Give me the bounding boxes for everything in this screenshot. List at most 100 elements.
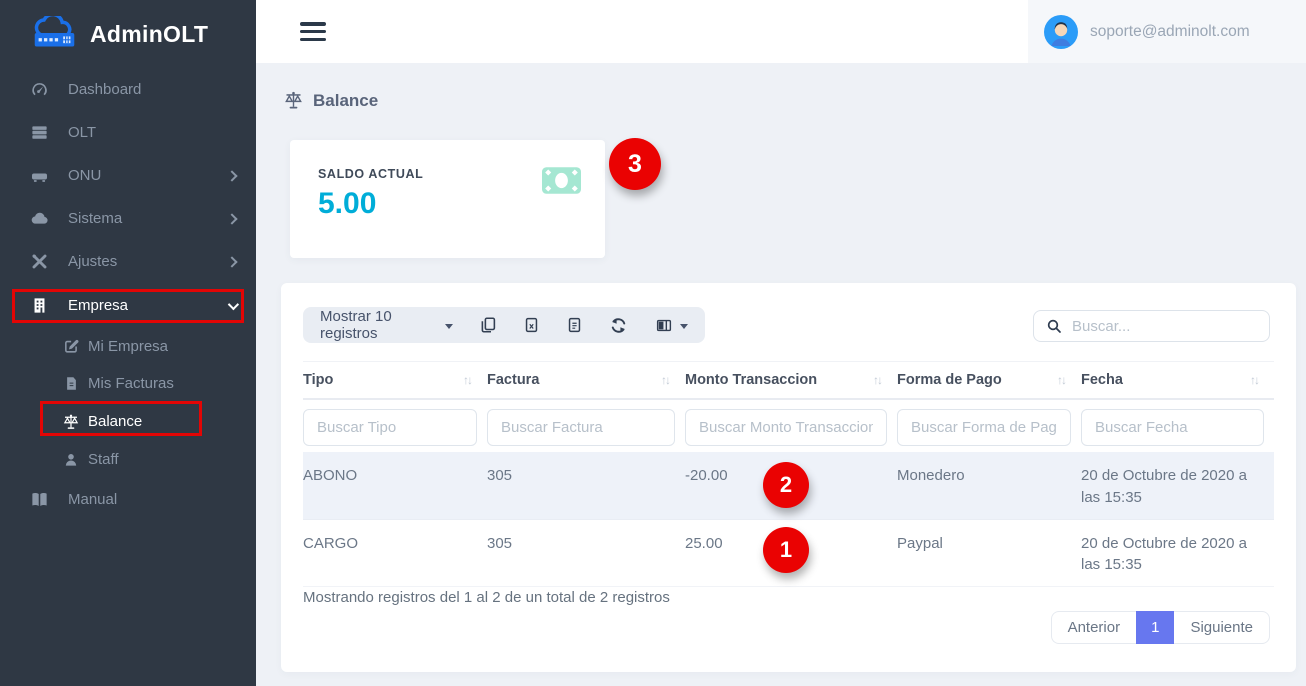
filter-forma-pago-input[interactable] <box>897 409 1071 446</box>
cell-tipo: CARGO <box>303 520 487 565</box>
filter-monto-input[interactable] <box>685 409 887 446</box>
sidebar-item-olt[interactable]: OLT <box>0 111 256 154</box>
column-header-monto[interactable]: Monto Transaccion↑↓ <box>685 372 897 388</box>
balance-icon <box>62 413 80 431</box>
sidebar-item-label: Mis Facturas <box>88 375 174 392</box>
pagination-prev-button[interactable]: Anterior <box>1051 611 1137 644</box>
pagination-page-1[interactable]: 1 <box>1136 611 1174 644</box>
hamburger-icon <box>300 22 326 26</box>
sidebar-item-balance[interactable]: Balance <box>0 402 256 441</box>
copy-button[interactable] <box>479 316 497 334</box>
sidebar-item-staff[interactable]: Staff <box>0 441 256 478</box>
device-icon <box>28 166 50 185</box>
table-search <box>1033 310 1270 342</box>
tools-icon <box>28 252 50 271</box>
sidebar-toggle-button[interactable] <box>300 22 326 41</box>
cell-fecha: 20 de Octubre de 2020 a las 15:35 <box>1081 452 1274 519</box>
sidebar-item-label: Sistema <box>68 210 122 227</box>
sort-icon: ↑↓ <box>661 373 669 387</box>
cell-factura: 305 <box>487 520 685 565</box>
pagination-next-button[interactable]: Siguiente <box>1174 611 1270 644</box>
sidebar-item-label: Dashboard <box>68 81 141 98</box>
table-toolbar: Mostrar 10 registros <box>303 307 705 343</box>
table-row: ABONO 305 -20.00 2 Monedero 20 de Octubr… <box>303 452 1274 520</box>
cell-monto: 25.00 1 <box>685 520 897 580</box>
sort-icon: ↑↓ <box>873 373 881 387</box>
excel-export-button[interactable] <box>523 316 540 334</box>
column-header-fecha[interactable]: Fecha↑↓ <box>1081 372 1274 388</box>
sidebar-item-label: Manual <box>68 491 117 508</box>
book-icon <box>28 490 50 509</box>
sidebar-item-onu[interactable]: ONU <box>0 154 256 197</box>
column-header-factura[interactable]: Factura↑↓ <box>487 372 685 388</box>
sidebar-item-mis-facturas[interactable]: Mis Facturas <box>0 365 256 402</box>
chevron-right-icon <box>226 213 237 224</box>
cell-factura: 305 <box>487 452 685 497</box>
annotation-badge-2: 2 <box>763 462 809 508</box>
dashboard-icon <box>28 80 50 99</box>
avatar <box>1044 15 1078 49</box>
sidebar-item-label: Staff <box>88 451 119 468</box>
sidebar-item-manual[interactable]: Manual <box>0 478 256 521</box>
column-header-tipo[interactable]: Tipo↑↓ <box>303 372 487 388</box>
sidebar-item-mi-empresa[interactable]: Mi Empresa <box>0 328 256 365</box>
sort-icon: ↑↓ <box>463 373 471 387</box>
chevron-right-icon <box>226 170 237 181</box>
empresa-submenu: Mi Empresa Mis Facturas Balance Staff <box>0 328 256 478</box>
sidebar-item-ajustes[interactable]: Ajustes <box>0 240 256 283</box>
cell-fecha: 20 de Octubre de 2020 a las 15:35 <box>1081 520 1274 587</box>
money-bill-icon <box>542 167 581 194</box>
edit-icon <box>62 338 80 355</box>
annotation-badge-1: 1 <box>763 527 809 573</box>
column-header-forma-pago[interactable]: Forma de Pago↑↓ <box>897 372 1081 388</box>
file-export-button[interactable] <box>566 316 583 334</box>
refresh-button[interactable] <box>609 316 628 335</box>
saldo-card: SALDO ACTUAL 5.00 3 <box>290 140 605 258</box>
pagination: Anterior 1 Siguiente <box>1051 611 1270 644</box>
sidebar-item-label: Mi Empresa <box>88 338 168 355</box>
adminolt-logo-icon <box>28 16 82 52</box>
table-body: ABONO 305 -20.00 2 Monedero 20 de Octubr… <box>303 452 1274 587</box>
user-menu[interactable]: soporte@adminolt.com <box>1028 0 1306 63</box>
brand[interactable]: AdminOLT <box>0 0 256 64</box>
chevron-right-icon <box>226 256 237 267</box>
table-info: Mostrando registros del 1 al 2 de un tot… <box>303 589 670 606</box>
user-email: soporte@adminolt.com <box>1090 23 1250 41</box>
page-title: Balance <box>283 90 378 111</box>
search-input[interactable] <box>1072 318 1271 335</box>
saldo-label: SALDO ACTUAL <box>318 167 423 181</box>
invoice-icon <box>62 375 80 392</box>
cell-forma-pago: Paypal <box>897 520 1081 565</box>
chevron-down-icon <box>228 298 239 309</box>
filter-tipo-input[interactable] <box>303 409 477 446</box>
column-visibility-button[interactable] <box>654 317 688 334</box>
cell-tipo: ABONO <box>303 452 487 497</box>
sidebar-item-label: Empresa <box>68 297 128 314</box>
brand-title: AdminOLT <box>90 21 208 48</box>
balance-scale-icon <box>283 90 304 111</box>
sidebar-item-sistema[interactable]: Sistema <box>0 197 256 240</box>
sidebar-item-label: OLT <box>68 124 96 141</box>
sidebar-item-empresa[interactable]: Empresa <box>0 283 256 328</box>
cloud-icon <box>28 209 50 228</box>
caret-down-icon <box>445 324 453 329</box>
cell-monto: -20.00 2 <box>685 452 897 512</box>
filter-factura-input[interactable] <box>487 409 675 446</box>
sidebar-item-label: Balance <box>88 413 142 430</box>
table-filter-row <box>303 402 1274 452</box>
search-icon <box>1046 318 1062 334</box>
sidebar-item-label: ONU <box>68 167 101 184</box>
filter-fecha-input[interactable] <box>1081 409 1264 446</box>
page-length-dropdown[interactable]: Mostrar 10 registros <box>320 308 453 342</box>
sidebar: AdminOLT Dashboard OLT ONU Sistema <box>0 0 256 686</box>
sort-icon: ↑↓ <box>1250 373 1258 387</box>
user-icon <box>62 452 80 468</box>
annotation-badge-3: 3 <box>609 138 661 190</box>
table-header-row: Tipo↑↓ Factura↑↓ Monto Transaccion↑↓ For… <box>303 361 1274 400</box>
sidebar-item-dashboard[interactable]: Dashboard <box>0 68 256 111</box>
saldo-value: 5.00 <box>318 187 376 221</box>
table-row: CARGO 305 25.00 1 Paypal 20 de Octubre d… <box>303 520 1274 588</box>
caret-down-icon <box>680 324 688 329</box>
balance-table-card: Mostrar 10 registros <box>281 283 1296 672</box>
sort-icon: ↑↓ <box>1057 373 1065 387</box>
